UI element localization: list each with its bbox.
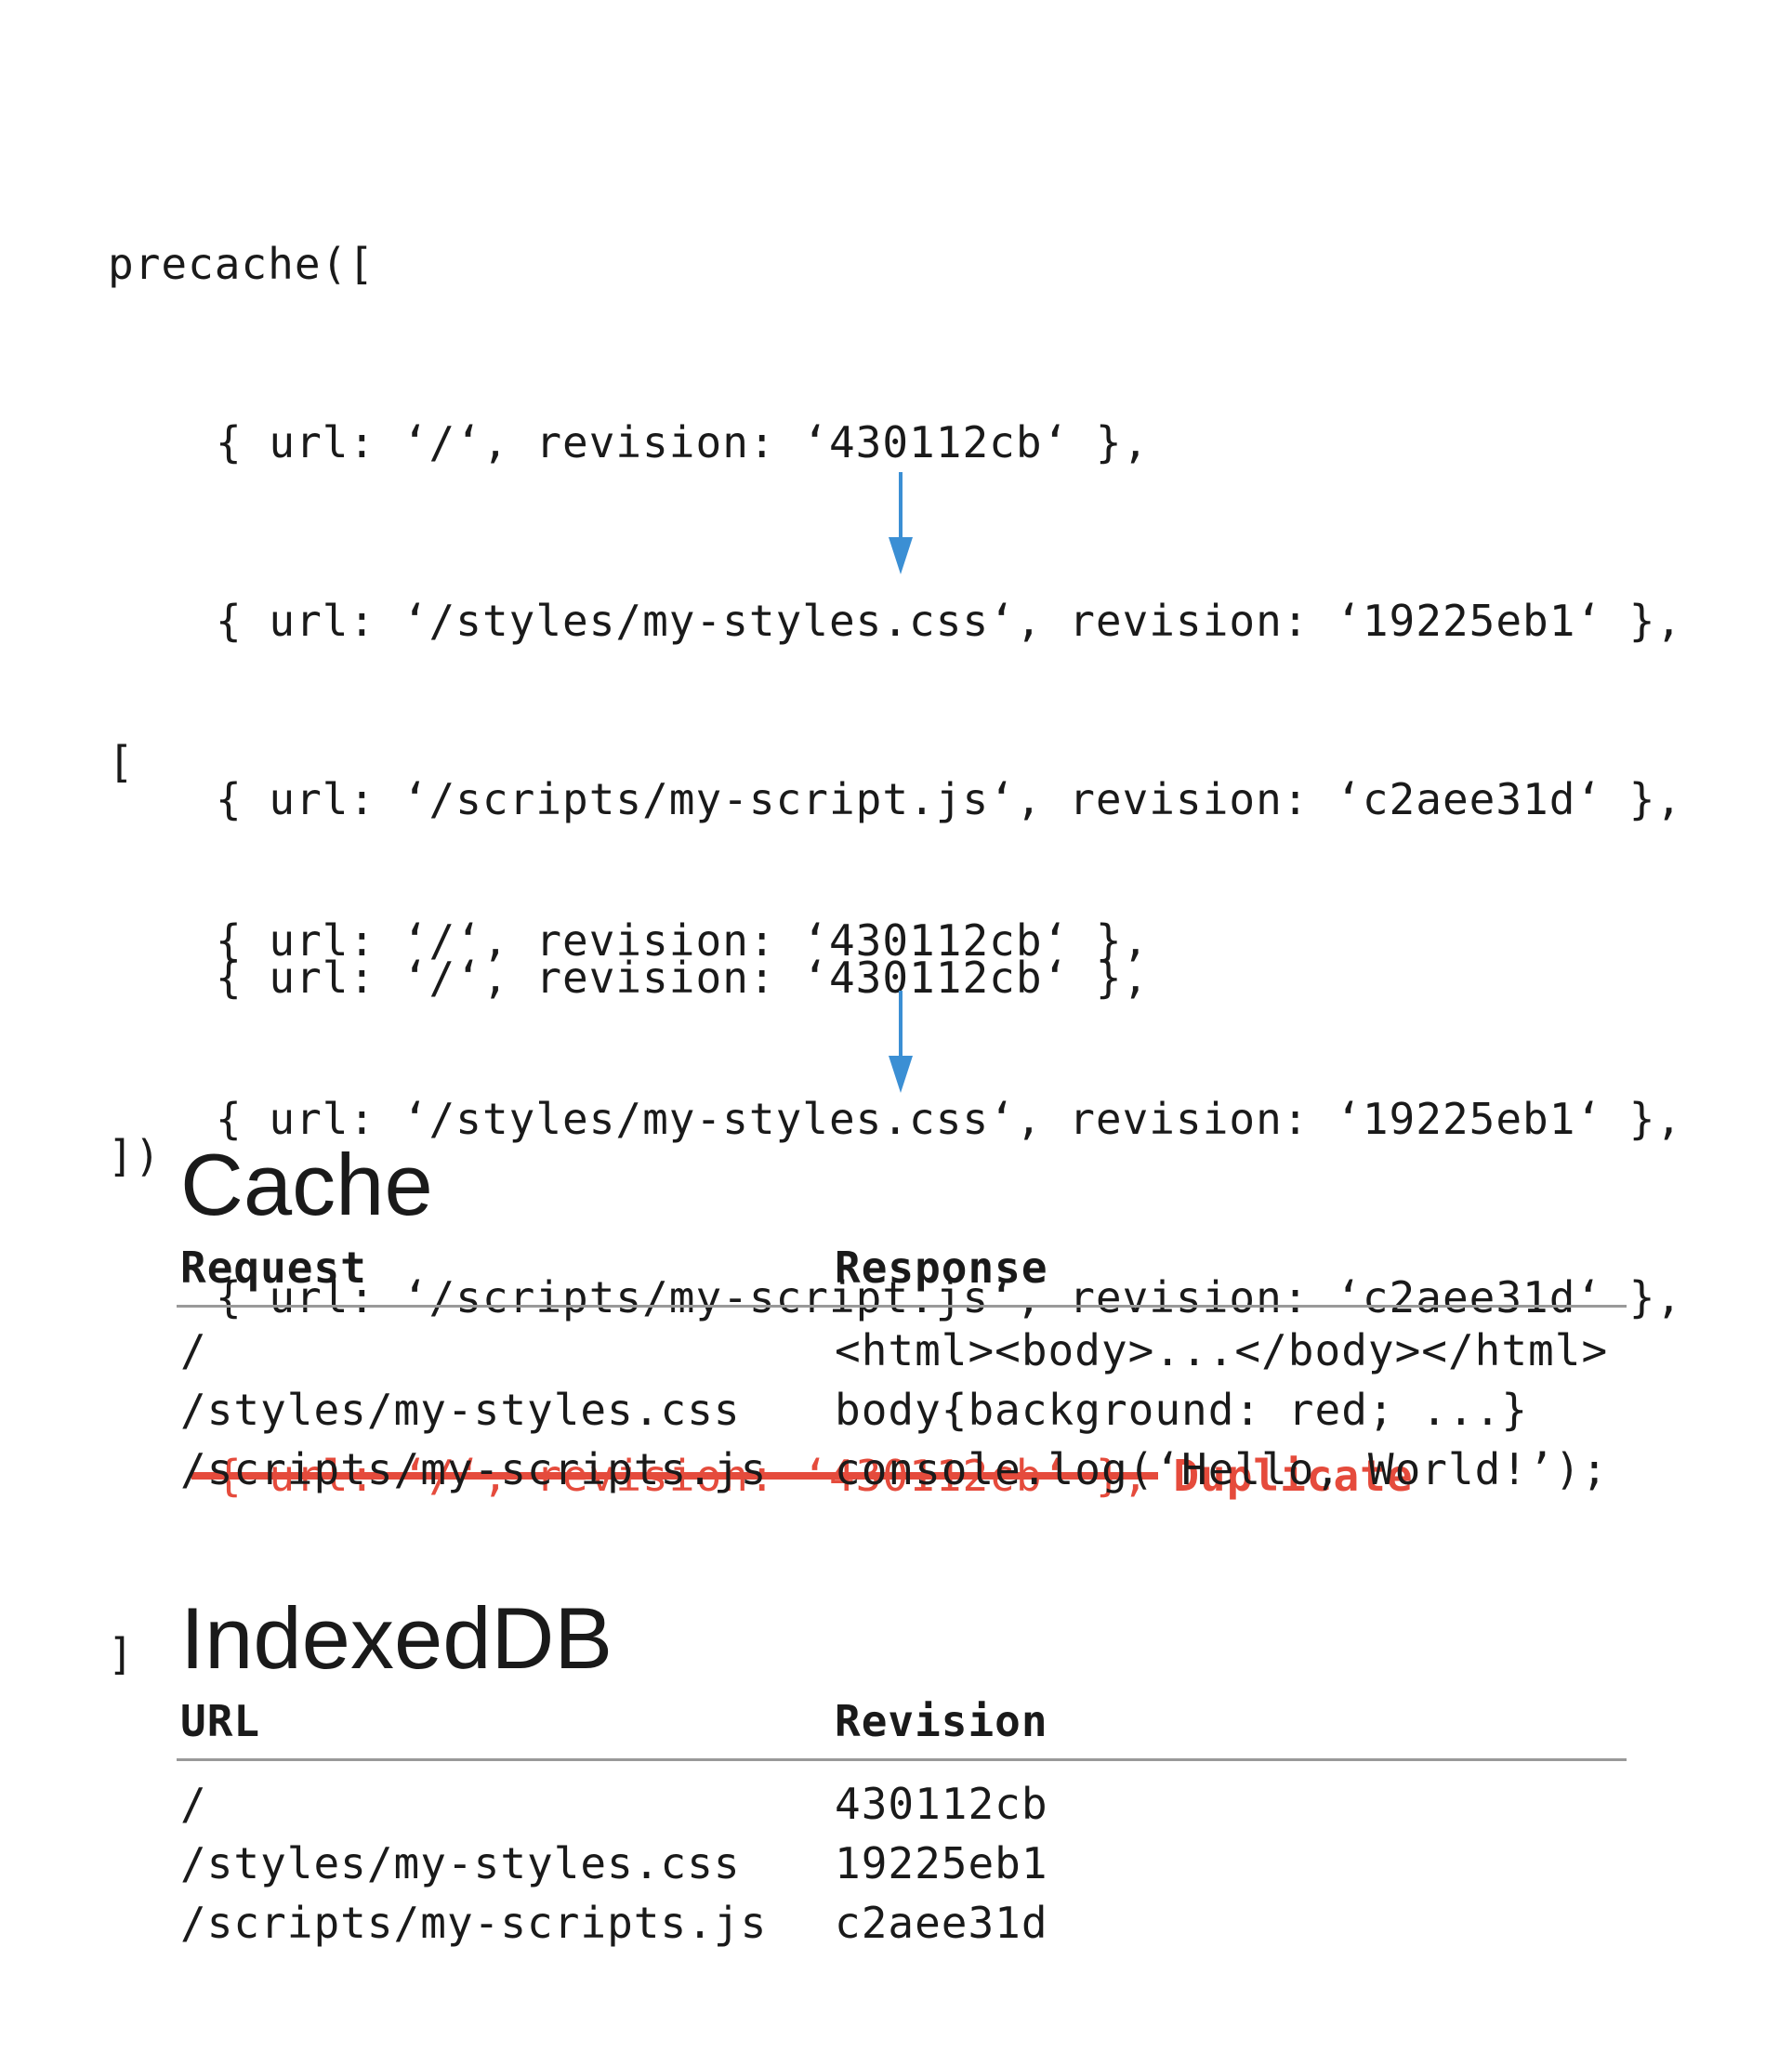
code-line: { url: ‘/‘, revision: ‘430112cb‘ }, [216, 915, 1150, 966]
table-header-row: Request Response [177, 1242, 1627, 1308]
table-row: / 430112cb [177, 1760, 1627, 1835]
revision-cell: 19225eb1 [835, 1838, 1048, 1888]
code-line: [ [108, 737, 135, 787]
table-header-row: URL Revision [177, 1695, 1627, 1761]
request-cell: / [180, 1325, 207, 1375]
url-cell: /scripts/my-scripts.js [180, 1898, 768, 1948]
table-row: /styles/my-styles.css 19225eb1 [177, 1834, 1627, 1893]
response-cell: body{background: red; ...} [835, 1385, 1529, 1435]
down-arrow-icon [889, 991, 913, 1093]
code-line: precache([ [108, 239, 375, 289]
column-header-request: Request [177, 1242, 831, 1308]
table-row: / <html><body>...</body></html> [177, 1307, 1627, 1381]
column-header-url: URL [177, 1695, 831, 1761]
cache-title: Cache [180, 1136, 433, 1233]
url-cell: /styles/my-styles.css [180, 1838, 741, 1888]
code-line: { url: ‘/‘, revision: ‘430112cb‘ }, [216, 417, 1150, 467]
down-arrow-icon [889, 472, 913, 574]
response-cell: <html><body>...</body></html> [835, 1325, 1609, 1375]
revision-cell: c2aee31d [835, 1898, 1048, 1948]
url-cell: / [180, 1779, 207, 1829]
indexeddb-table: URL Revision / 430112cb /styles/my-style… [177, 1695, 1627, 1953]
column-header-revision: Revision [831, 1695, 1627, 1761]
column-header-response: Response [831, 1242, 1627, 1308]
request-cell: /styles/my-styles.css [180, 1385, 741, 1435]
indexeddb-title: IndexedDB [180, 1589, 613, 1687]
table-row: /scripts/my-scripts.js console.log(‘Hell… [177, 1440, 1627, 1499]
revision-cell: 430112cb [835, 1779, 1048, 1829]
table-row: /styles/my-styles.css body{background: r… [177, 1380, 1627, 1440]
cache-table: Request Response / <html><body>...</body… [177, 1242, 1627, 1499]
request-cell: /scripts/my-scripts.js [180, 1444, 768, 1494]
table-row: /scripts/my-scripts.js c2aee31d [177, 1893, 1627, 1953]
response-cell: console.log(‘Hello, World!’); [835, 1444, 1609, 1494]
